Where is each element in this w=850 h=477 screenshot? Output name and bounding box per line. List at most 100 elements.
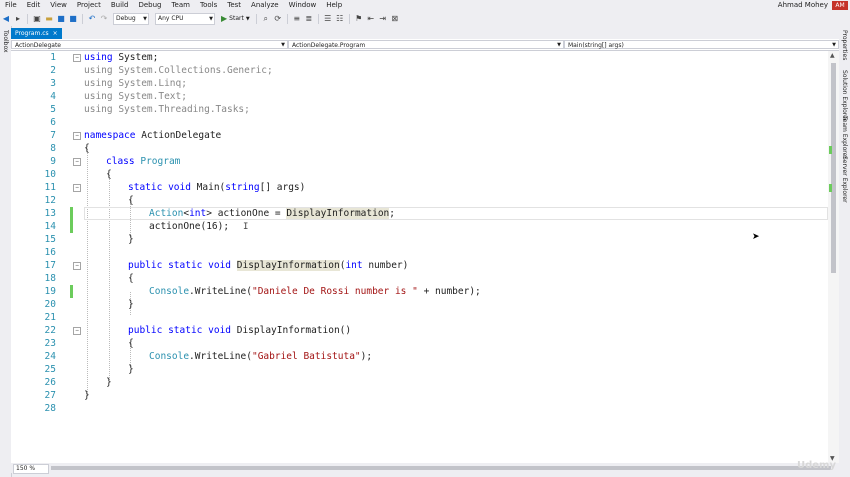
- forward-icon[interactable]: ▸: [13, 14, 23, 24]
- solution-explorer-tab[interactable]: Solution Explorer: [841, 70, 848, 121]
- open-folder-icon[interactable]: ▬: [44, 14, 54, 24]
- project-dropdown[interactable]: ActionDelegate ▼: [11, 40, 288, 49]
- line-number: 24: [44, 351, 56, 362]
- line-number: 25: [44, 364, 56, 375]
- comment-icon[interactable]: ☰: [323, 14, 333, 24]
- close-icon[interactable]: ×: [53, 28, 58, 39]
- code-text: actionOne(16);: [149, 221, 230, 232]
- change-overview-marker: [829, 184, 832, 192]
- user-name[interactable]: Ahmad Mohey: [778, 1, 828, 9]
- navigation-bar: ActionDelegate ▼ ActionDelegate.Program ▼ …: [11, 39, 839, 51]
- code-line: 13 Action<int> actionOne = DisplayInforma…: [11, 207, 828, 220]
- code-line: 27}: [11, 389, 828, 402]
- code-line: 25}: [11, 363, 828, 376]
- menu-file[interactable]: File: [0, 0, 22, 11]
- menu-build[interactable]: Build: [106, 0, 134, 11]
- code-line: 16: [11, 246, 828, 259]
- code-line: 24 Console.WriteLine("Gabriel Batistuta")…: [11, 350, 828, 363]
- menu-window[interactable]: Window: [284, 0, 322, 11]
- zoom-select[interactable]: 150 %: [13, 464, 49, 474]
- collapse-icon[interactable]: −: [73, 132, 81, 140]
- collapse-icon[interactable]: −: [73, 158, 81, 166]
- chevron-down-icon: ▼: [557, 42, 561, 48]
- menu-test[interactable]: Test: [222, 0, 246, 11]
- redo-icon[interactable]: ↷: [99, 14, 109, 24]
- menu-project[interactable]: Project: [72, 0, 106, 11]
- team-explorer-tab[interactable]: Team Explorer: [841, 116, 848, 159]
- code-text: using System.Text;: [84, 91, 187, 102]
- code-text: Console.WriteLine("Daniele De Rossi numb…: [149, 286, 481, 297]
- line-number: 2: [50, 65, 56, 76]
- horizontal-scrollbar[interactable]: [51, 466, 831, 470]
- collapse-icon[interactable]: −: [73, 184, 81, 192]
- back-icon[interactable]: ◀: [1, 14, 11, 24]
- code-text: }: [128, 364, 134, 375]
- prev-bookmark-icon[interactable]: ⇤: [366, 14, 376, 24]
- line-number: 20: [44, 299, 56, 310]
- scroll-thumb[interactable]: [831, 63, 836, 273]
- bookmark-icon[interactable]: ⚑: [354, 14, 364, 24]
- toolbar-separator: [82, 13, 83, 24]
- code-text: namespace ActionDelegate: [84, 130, 222, 141]
- udemy-watermark: Udemy: [797, 460, 836, 471]
- scroll-up-icon[interactable]: ▲: [830, 52, 835, 59]
- code-text: }: [84, 390, 90, 401]
- menu-team[interactable]: Team: [166, 0, 195, 11]
- code-text: public static void DisplayInformation(in…: [128, 260, 409, 271]
- toolbox-tab[interactable]: Toolbox: [2, 30, 9, 53]
- browser-link-icon[interactable]: ⟳: [273, 14, 283, 24]
- undo-icon[interactable]: ↶: [87, 14, 97, 24]
- clear-bookmarks-icon[interactable]: ⊠: [390, 14, 400, 24]
- next-bookmark-icon[interactable]: ⇥: [378, 14, 388, 24]
- solution-config-select[interactable]: Debug ▼: [113, 12, 149, 25]
- member-dropdown[interactable]: Main(string[] args) ▼: [564, 40, 839, 49]
- user-avatar[interactable]: AM: [832, 1, 848, 10]
- code-line: 21: [11, 311, 828, 324]
- toolbar-separator: [286, 13, 288, 24]
- new-project-icon[interactable]: ▣: [32, 14, 42, 24]
- menu-help[interactable]: Help: [321, 0, 347, 11]
- vertical-scrollbar[interactable]: ▲ ▼: [828, 51, 839, 463]
- tab-program-cs[interactable]: Program.cs ×: [11, 28, 62, 39]
- properties-tab[interactable]: Properties: [841, 30, 848, 60]
- toolbar: ◀ ▸ ▣ ▬ ■ ■ ↶ ↷ Debug ▼ Any CPU ▼ ▶ Start ▼ …: [0, 11, 850, 26]
- editor-bottom-bar: 150 %: [11, 463, 839, 474]
- code-line: 23 {: [11, 337, 828, 350]
- change-overview-marker: [829, 146, 832, 154]
- code-line: 4 using System.Text;: [11, 90, 828, 103]
- code-editor[interactable]: 1− using System; 2 using System.Collection…: [11, 51, 828, 463]
- collapse-icon[interactable]: −: [73, 54, 81, 62]
- class-dropdown[interactable]: ActionDelegate.Program ▼: [288, 40, 564, 49]
- code-line: 8{: [11, 142, 828, 155]
- play-icon: ▶: [221, 14, 228, 23]
- collapse-icon[interactable]: −: [73, 262, 81, 270]
- change-marker: [70, 207, 73, 220]
- code-line: 7 − namespace ActionDelegate: [11, 129, 828, 142]
- align-right-icon[interactable]: ≣: [304, 14, 314, 24]
- menu-view[interactable]: View: [45, 0, 72, 11]
- save-all-icon[interactable]: ■: [68, 14, 78, 24]
- collapse-icon[interactable]: −: [73, 327, 81, 335]
- code-line: 19 Console.WriteLine("Daniele De Rossi nu…: [11, 285, 828, 298]
- code-line: 26}: [11, 376, 828, 389]
- menu-edit[interactable]: Edit: [22, 0, 46, 11]
- menu-analyze[interactable]: Analyze: [246, 0, 284, 11]
- uncomment-icon[interactable]: ☷: [335, 14, 345, 24]
- code-text: }: [128, 299, 134, 310]
- server-explorer-tab[interactable]: Server Explorer: [841, 156, 848, 203]
- code-line: 3 using System.Linq;: [11, 77, 828, 90]
- code-line: 28: [11, 402, 828, 415]
- save-icon[interactable]: ■: [56, 14, 66, 24]
- platform-select[interactable]: Any CPU ▼: [155, 12, 215, 25]
- line-number: 9: [50, 156, 56, 167]
- find-icon[interactable]: ⌕: [261, 14, 271, 24]
- code-line: 15}: [11, 233, 828, 246]
- align-left-icon[interactable]: ≡: [292, 14, 302, 24]
- start-button[interactable]: ▶ Start ▼: [221, 14, 250, 23]
- menu-debug[interactable]: Debug: [133, 0, 166, 11]
- menu-tools[interactable]: Tools: [195, 0, 222, 11]
- line-number: 11: [44, 182, 56, 193]
- code-line: 2 using System.Collections.Generic;: [11, 64, 828, 77]
- code-text: using System;: [84, 52, 159, 63]
- code-text: class Program: [106, 156, 181, 167]
